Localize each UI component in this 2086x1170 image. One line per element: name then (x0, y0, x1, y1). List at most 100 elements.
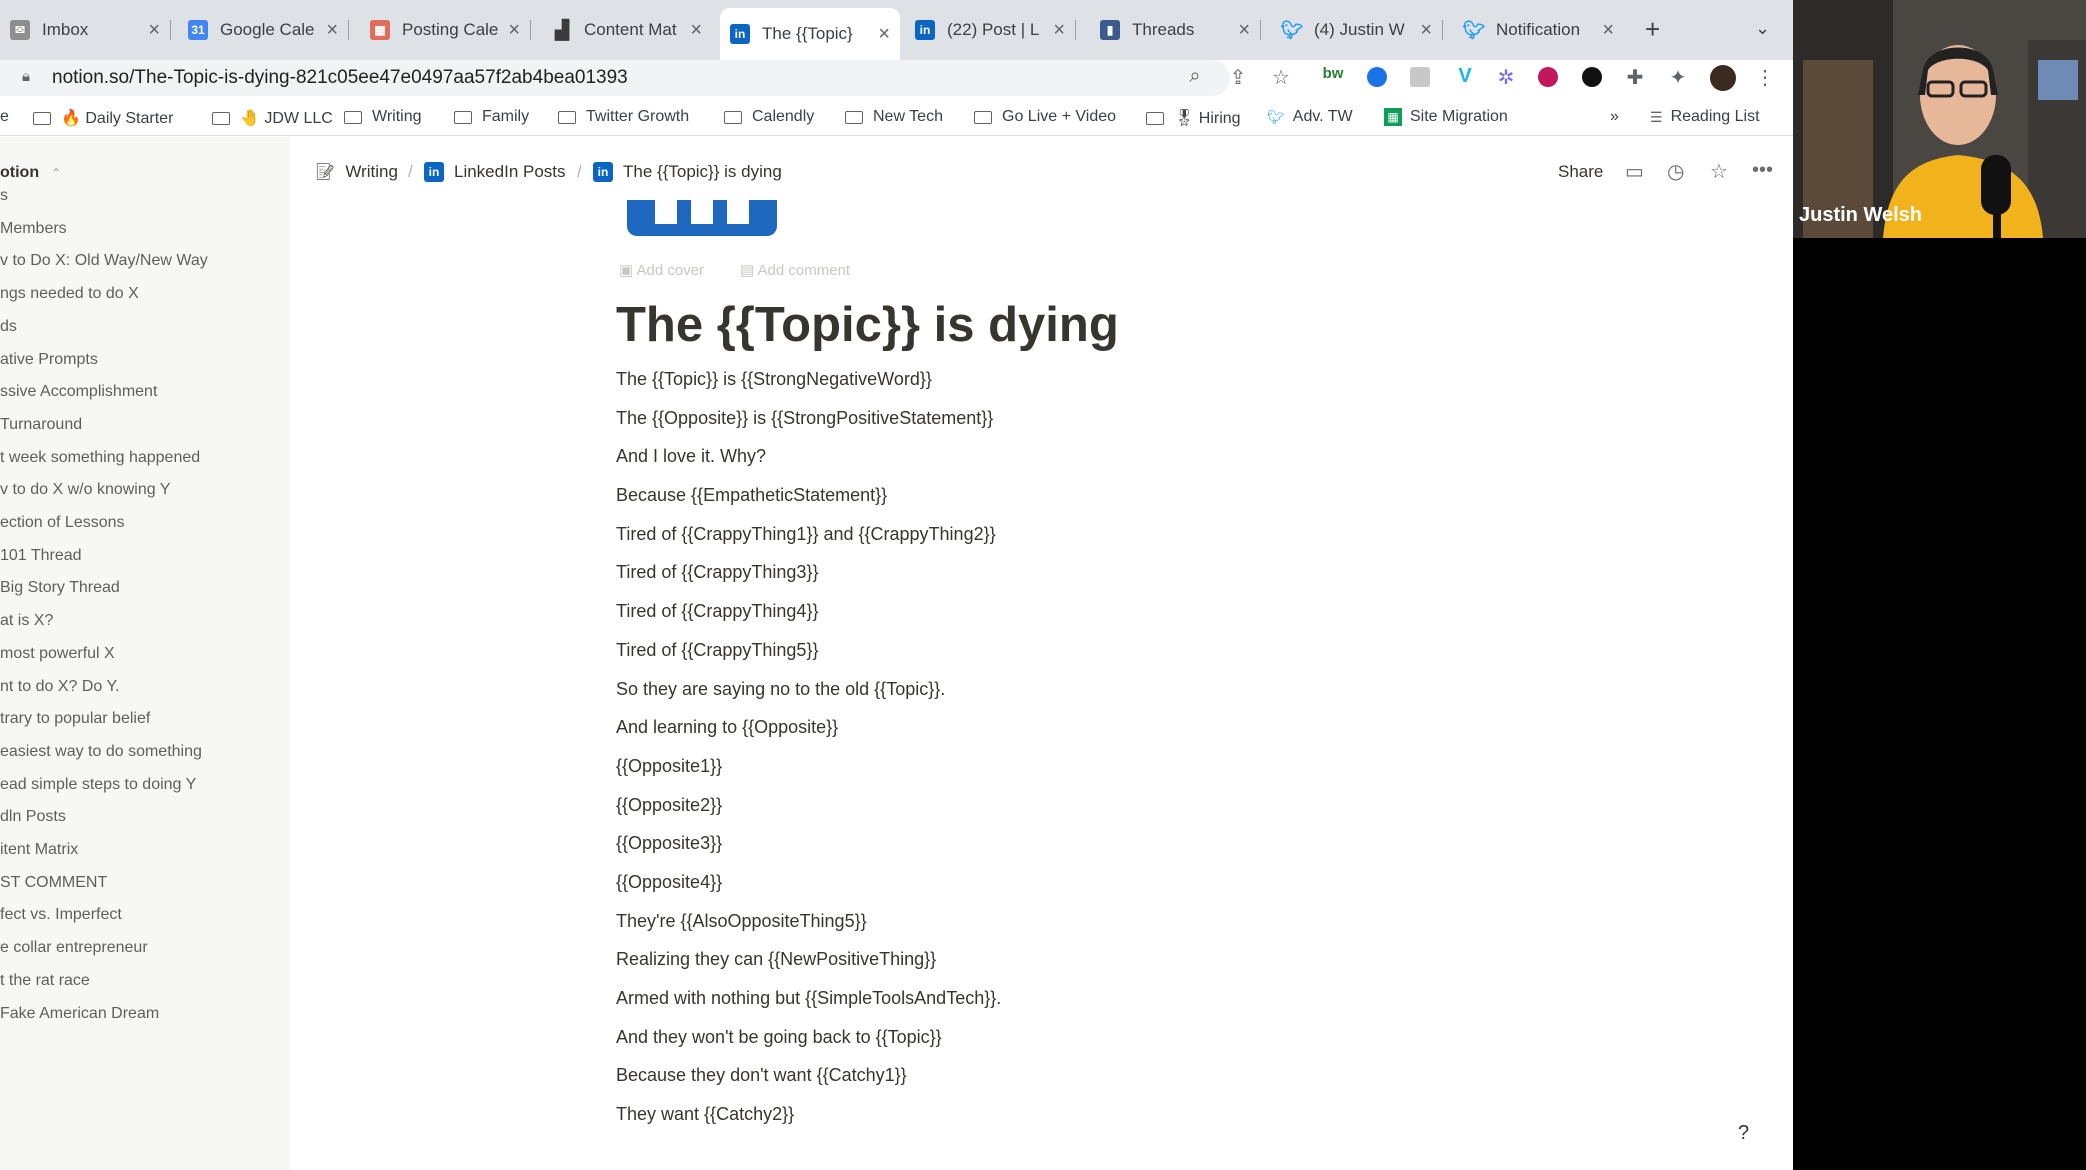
workspace-switcher[interactable]: otion ⌃ (0, 164, 61, 182)
text-block[interactable]: And I love it. Why? (616, 440, 1516, 479)
sidebar-item[interactable]: ead simple steps to doing Y (0, 776, 196, 794)
text-block[interactable]: {{Opposite2}} (616, 789, 1516, 828)
sidebar-item[interactable]: nt to do X? Do Y. (0, 678, 120, 696)
new-tab-icon[interactable]: + (1645, 14, 1660, 45)
share-button[interactable]: Share (1558, 162, 1603, 182)
text-block[interactable]: Tired of {{CrappyThing3}} (616, 556, 1516, 595)
tab-content-matrix[interactable]: ▟ Content Mat × (542, 10, 712, 50)
sidebar-item[interactable]: itent Matrix (0, 841, 78, 859)
add-cover-button[interactable]: ▣ Add cover (619, 261, 704, 279)
bookmark-adv-tw[interactable]: 🐦︎ Adv. TW (1267, 108, 1353, 126)
page-title[interactable]: The {{Topic}} is dying (616, 297, 1119, 353)
sidebar-item[interactable]: s (0, 187, 8, 205)
star-icon[interactable]: ☆ (1268, 65, 1294, 90)
close-icon[interactable]: × (508, 19, 520, 42)
sidebar-item[interactable]: Big Story Thread (0, 579, 120, 597)
text-block[interactable]: And they won't be going back to {{Topic}… (616, 1021, 1516, 1060)
zoom-icon[interactable]: ⌕ (1182, 65, 1208, 88)
close-icon[interactable]: × (326, 19, 338, 42)
tab-linkedin-post[interactable]: in (22) Post | L × (905, 10, 1076, 50)
sidebar-item[interactable]: 101 Thread (0, 547, 82, 565)
sidebar-item[interactable]: Turnaround (0, 416, 82, 434)
extension-puzzle-grey-icon[interactable]: ✚ (1622, 65, 1648, 90)
text-block[interactable]: Because {{EmpatheticStatement}} (616, 479, 1516, 518)
extension-grey-icon[interactable] (1410, 67, 1430, 87)
tab-google-calendar[interactable]: 31 Google Cale × (178, 10, 349, 50)
sidebar-item[interactable]: at is X? (0, 612, 53, 630)
sidebar-item[interactable]: fect vs. Imperfect (0, 906, 122, 924)
bookmark-folder-calendly[interactable]: Calendly (724, 108, 814, 126)
bookmarks-overflow[interactable]: » (1610, 108, 1619, 126)
bookmark-item[interactable]: e (0, 108, 9, 126)
extensions-puzzle-icon[interactable]: ✦ (1665, 65, 1691, 90)
sidebar-item[interactable]: ST COMMENT (0, 874, 107, 892)
sidebar-item[interactable]: trary to popular belief (0, 710, 150, 728)
sidebar-item[interactable]: ssive Accomplishment (0, 383, 157, 401)
bookmark-folder-family[interactable]: Family (454, 108, 529, 126)
address-bar[interactable]: 🔒︎ notion.so/The-Topic-is-dying-821c05ee… (0, 60, 1230, 96)
extension-pie-icon[interactable] (1538, 67, 1558, 87)
history-icon[interactable]: ◷ (1667, 159, 1684, 184)
sidebar-item[interactable]: easiest way to do something (0, 743, 202, 761)
comments-icon[interactable]: ▭ (1625, 159, 1644, 184)
extension-grammarly-icon[interactable] (1367, 67, 1387, 87)
help-button[interactable]: ? (1738, 1122, 1749, 1145)
bookmark-folder-new-tech[interactable]: New Tech (845, 108, 943, 126)
more-options-icon[interactable]: ••• (1752, 159, 1773, 182)
bookmark-folder-writing[interactable]: Writing (344, 108, 422, 126)
close-icon[interactable]: × (1420, 19, 1432, 42)
add-comment-button[interactable]: ▤ Add comment (740, 261, 850, 279)
text-block[interactable]: Tired of {{CrappyThing5}} (616, 634, 1516, 673)
sidebar-item[interactable]: e collar entrepreneur (0, 939, 148, 957)
profile-avatar[interactable] (1710, 65, 1736, 91)
close-icon[interactable]: × (1053, 19, 1065, 42)
sidebar-item[interactable]: most powerful X (0, 645, 115, 663)
sidebar-item[interactable]: ection of Lessons (0, 514, 125, 532)
kebab-menu-icon[interactable]: ⋮ (1752, 65, 1778, 90)
extension-dark-icon[interactable] (1582, 67, 1602, 87)
bookmark-folder-twitter-growth[interactable]: Twitter Growth (558, 108, 689, 126)
sidebar-item[interactable]: ds (0, 318, 17, 336)
text-block[interactable]: They want {{Catchy2}} (616, 1098, 1516, 1137)
breadcrumb-linkedin-posts[interactable]: in LinkedIn Posts (424, 162, 566, 182)
text-block[interactable]: The {{Topic}} is {{StrongNegativeWord}} (616, 363, 1516, 402)
sidebar-item[interactable]: ngs needed to do X (0, 285, 139, 303)
sidebar-item[interactable]: ative Prompts (0, 351, 98, 369)
linkedin-page-icon[interactable] (627, 200, 777, 236)
text-block[interactable]: Tired of {{CrappyThing4}} (616, 595, 1516, 634)
text-block[interactable]: {{Opposite3}} (616, 827, 1516, 866)
chevron-down-icon[interactable]: ⌄ (1755, 18, 1770, 39)
close-icon[interactable]: × (1602, 19, 1614, 42)
text-block[interactable]: They're {{AlsoOppositeThing5}} (616, 905, 1516, 944)
extension-vimeo-icon[interactable]: V (1452, 65, 1478, 88)
tab-topic-is-dying[interactable]: in The {{Topic} × (720, 8, 900, 60)
extension-bw-icon[interactable]: bw (1320, 65, 1346, 82)
bookmark-folder-hiring[interactable]: 🎖 Hiring (1146, 108, 1241, 128)
tab-imbox[interactable]: ✉ Imbox × (0, 10, 171, 50)
sidebar-item[interactable]: dln Posts (0, 808, 66, 826)
tab-notifications[interactable]: 🐦︎ Notification × (1454, 10, 1624, 50)
text-block[interactable]: So they are saying no to the old {{Topic… (616, 673, 1516, 712)
text-block[interactable]: Tired of {{CrappyThing1}} and {{CrappyTh… (616, 518, 1516, 557)
share-page-icon[interactable]: ⇪ (1225, 65, 1251, 90)
text-block[interactable]: {{Opposite1}} (616, 750, 1516, 789)
breadcrumb-writing[interactable]: 📝︎ Writing (315, 162, 398, 182)
close-icon[interactable]: × (878, 23, 890, 46)
text-block[interactable]: Armed with nothing but {{SimpleToolsAndT… (616, 982, 1516, 1021)
bookmark-site-migration[interactable]: ▦ Site Migration (1384, 108, 1508, 126)
text-block[interactable]: The {{Opposite}} is {{StrongPositiveStat… (616, 402, 1516, 441)
bookmark-folder-daily-starter[interactable]: 🔥 Daily Starter (33, 108, 173, 128)
bookmark-folder-go-live-video[interactable]: Go Live + Video (974, 108, 1116, 126)
extension-gear-icon[interactable]: ✲ (1493, 65, 1519, 90)
reading-list[interactable]: ☰ Reading List (1650, 108, 1760, 126)
text-block[interactable]: {{Opposite4}} (616, 866, 1516, 905)
tab-posting-calendar[interactable]: ▦ Posting Cale × (360, 10, 531, 50)
sidebar-item[interactable]: Members (0, 220, 67, 238)
close-icon[interactable]: × (1238, 19, 1250, 42)
sidebar-item[interactable]: v to Do X: Old Way/New Way (0, 252, 208, 270)
close-icon[interactable]: × (690, 19, 702, 42)
tab-twitter-justin[interactable]: 🐦︎ (4) Justin W × (1272, 10, 1443, 50)
sidebar-item[interactable]: t the rat race (0, 972, 90, 990)
url-text[interactable]: notion.so/The-Topic-is-dying-821c05ee47e… (52, 67, 628, 89)
sidebar-item[interactable]: t week something happened (0, 449, 200, 467)
